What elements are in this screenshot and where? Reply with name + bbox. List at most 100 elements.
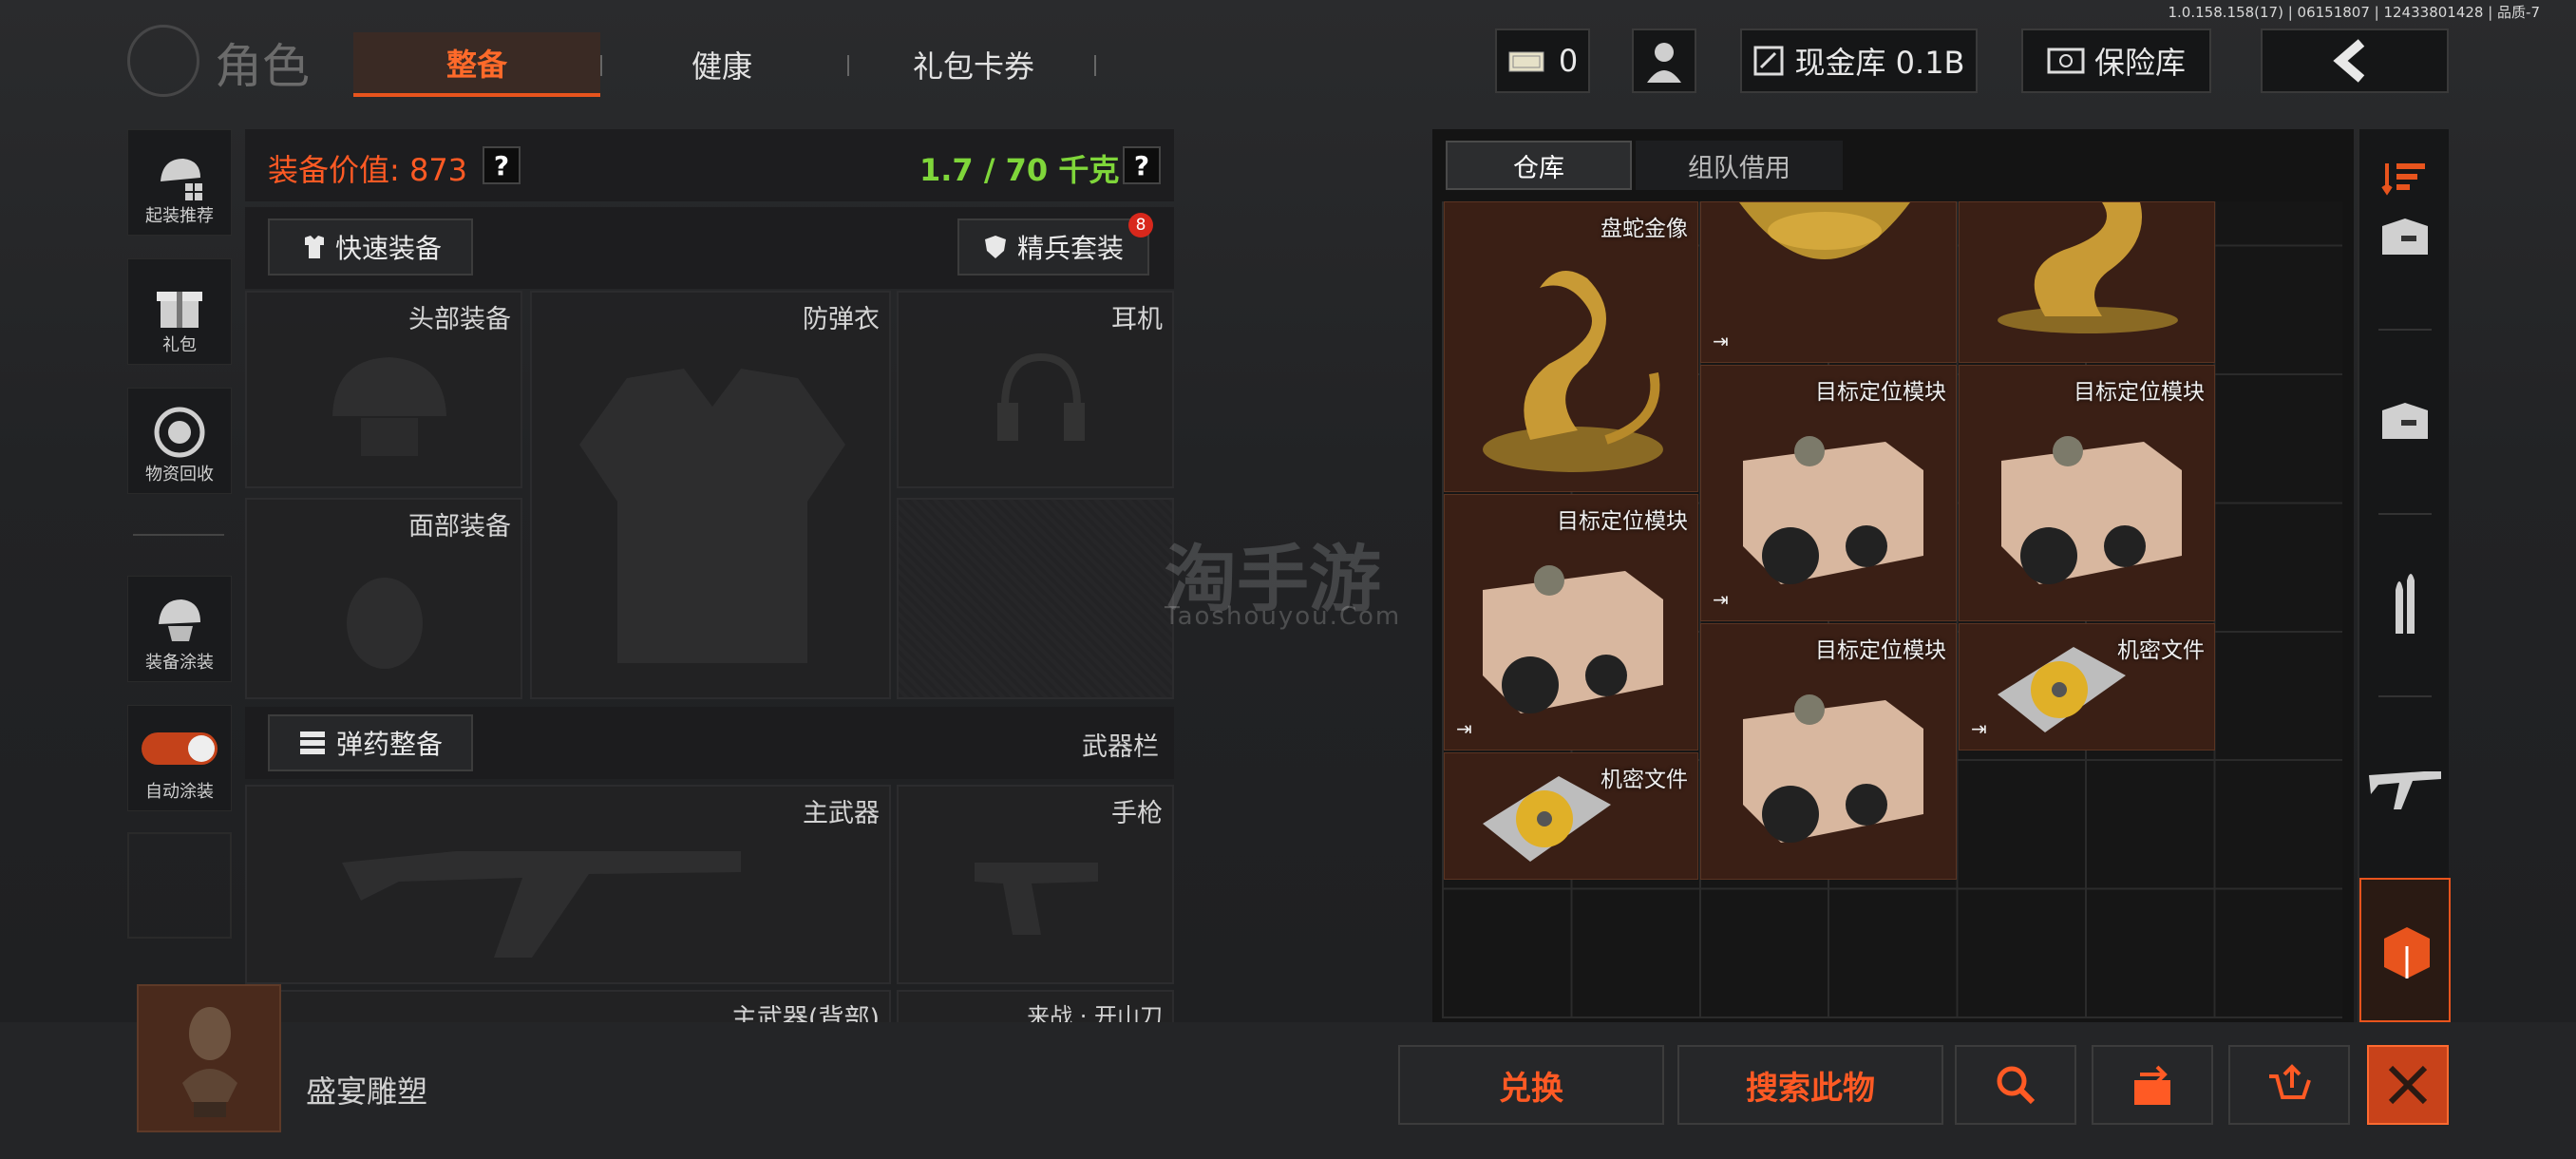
value-help-icon[interactable]: ? [483,146,521,184]
recycle-icon [154,407,205,458]
close-icon [2388,1065,2428,1105]
item-name: 目标定位模块 [1815,638,1946,663]
ammo-icon [299,732,325,754]
nav-starter-recommend[interactable]: 起装推荐 [127,129,232,236]
auto-skin-toggle[interactable] [142,732,218,765]
ammo-prep-label: 弹药整备 [335,729,443,760]
mask-silhouette-icon [347,578,423,669]
search-button[interactable] [1955,1045,2076,1125]
slot-armor[interactable]: 防弹衣 [530,291,891,699]
slot-head[interactable]: 头部装备 [245,291,522,488]
slot-label: 头部装备 [408,305,511,334]
exit-icon: ⇥ [1713,330,1729,352]
nav-label: 物资回收 [145,465,214,484]
close-button[interactable] [2367,1045,2449,1125]
item-target-module[interactable]: 目标定位模块 [1959,365,2215,621]
slot-face[interactable]: 面部装备 [245,498,522,699]
slot-pistol[interactable]: 手枪 [897,785,1174,984]
game-screen: { "version":"1.0.158.158(17) | 06151807 … [0,0,2576,1159]
weight-help-icon[interactable]: ? [1123,146,1161,184]
item-target-module[interactable]: 目标定位模块 ⇥ [1700,365,1957,621]
vault-icon [1753,46,1784,76]
cash-counter[interactable]: 0 [1495,28,1590,93]
slot-empty [897,498,1174,699]
exchange-button[interactable]: 兑换 [1398,1045,1664,1125]
tab-divider [600,55,602,76]
nav-label: 起装推荐 [145,206,214,226]
tab-gift-cards[interactable]: 礼包卡券 [864,32,1083,97]
ammo-prep-button[interactable]: 弹药整备 [268,714,473,771]
cart-upload-icon [2269,1064,2311,1099]
storage-grid: 盘蛇金像 ⇥ 目标定位模块 ⇥ 目标定位模块 目标定位模块 ⇥ 目标定位模块 机… [1442,201,2342,1018]
item-target-module[interactable]: 目标定位模块 ⇥ [1444,494,1698,750]
nav-gift[interactable]: 礼包 [127,258,232,365]
operator-button[interactable] [1632,28,1696,93]
target-module-icon [1743,436,1923,584]
category-box-icon[interactable] [2367,200,2443,276]
weapon-bar-label: 武器栏 [1082,732,1159,762]
helmet-skin-icon [159,599,200,641]
shirt-icon [304,236,324,258]
slot-label: 主武器 [803,799,880,828]
category-sidebar [2358,129,2451,1022]
tab-warehouse[interactable]: 仓库 [1446,141,1632,190]
nav-auto-skin[interactable]: 自动涂装 [127,705,232,811]
slot-label: 防弹衣 [803,305,880,334]
back-arrow-icon [2333,39,2365,83]
safe-vault-button[interactable]: 保险库 [2021,28,2211,93]
cash-vault-button[interactable]: 现金库 0.1B [1740,28,1978,93]
tab-divider [847,55,849,76]
equip-weight: 1.7 / 70 千克 [919,152,1120,188]
item-target-module[interactable]: 目标定位模块 [1700,623,1957,880]
safe-icon [2047,48,2085,74]
helmet-grid-icon [161,159,202,200]
special-box-icon [2384,927,2430,978]
disk-file-icon [1483,776,1611,862]
target-module-icon [1743,694,1923,843]
snake-statue-icon [1998,202,2178,333]
quick-equip-label: 快速装备 [334,233,442,264]
equip-actions-bar: 快速装备 精兵套装 8 [245,207,1174,289]
nav-divider [133,534,224,536]
quick-equip-button[interactable]: 快速装备 [268,218,473,276]
selected-item-thumbnail[interactable] [137,984,281,1132]
slot-label: 面部装备 [408,512,511,542]
nav-skin[interactable]: 装备涂装 [127,576,232,682]
target-module-icon [2001,436,2182,584]
elite-set-button[interactable]: 精兵套装 [957,218,1149,276]
item-name: 目标定位模块 [1815,380,1946,405]
box-arrow-icon [2134,1065,2170,1105]
category-crate-icon[interactable] [2367,384,2443,460]
vest-silhouette-icon [579,369,845,663]
tab-health[interactable]: 健康 [627,32,817,97]
category-ammo-icon[interactable] [2367,566,2443,642]
cash-count: 0 [1558,43,1579,79]
item-snake-statue[interactable]: 盘蛇金像 [1444,201,1698,492]
tab-team-borrow[interactable]: 组队借用 [1636,141,1843,190]
elite-set-label: 精兵套装 [1016,233,1124,264]
tab-equip[interactable]: 整备 [353,32,600,97]
nav-label: 礼包 [162,335,197,355]
page-title: 角色 [215,39,310,94]
target-module-icon [1483,565,1663,713]
shield-icon [984,236,1006,258]
item-secret-file[interactable]: 机密文件 [1444,752,1698,880]
snake-statue-icon [1483,271,1663,472]
item-snake-statue-partial[interactable] [1959,201,2215,363]
move-to-box-button[interactable] [2092,1045,2213,1125]
back-button[interactable] [2261,28,2449,93]
tab-divider [1094,55,1096,76]
item-snake-statue-partial[interactable]: ⇥ [1700,201,1957,363]
search-item-button[interactable]: 搜索此物 [1677,1045,1943,1125]
character-logo-icon [127,25,199,97]
category-special-selected[interactable] [2359,878,2451,1022]
nav-recycle[interactable]: 物资回收 [127,388,232,494]
category-rifle-icon[interactable] [2367,747,2443,823]
slot-headset[interactable]: 耳机 [897,291,1174,488]
sell-button[interactable] [2228,1045,2350,1125]
nav-label: 自动涂装 [145,782,214,802]
item-secret-file[interactable]: 机密文件 ⇥ [1959,623,2215,750]
elite-set-badge: 8 [1128,213,1153,238]
gift-icon [157,292,202,328]
slot-primary-weapon[interactable]: 主武器 [245,785,891,984]
